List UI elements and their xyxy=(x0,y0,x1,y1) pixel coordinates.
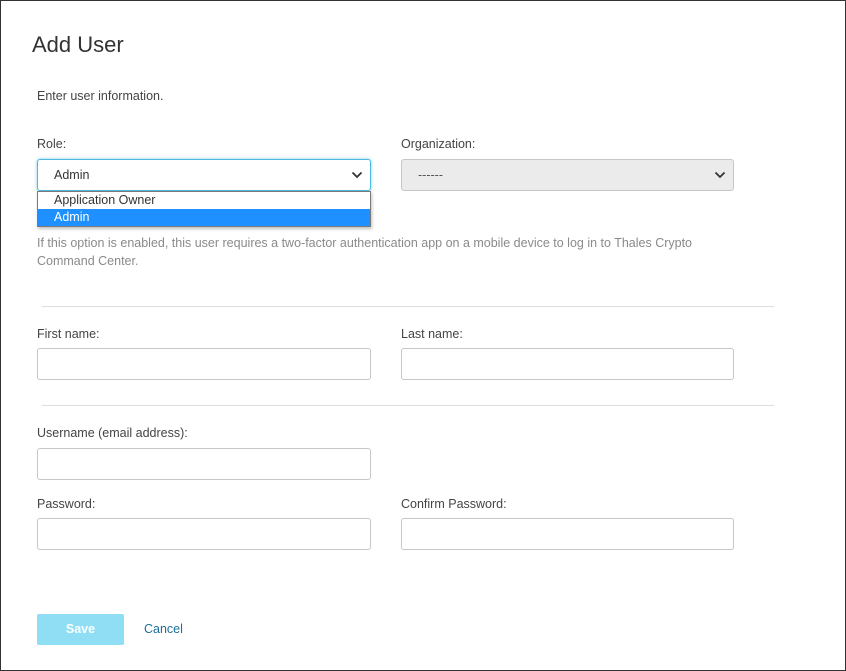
organization-selected-value: ------ xyxy=(418,168,443,182)
last-name-label: Last name: xyxy=(401,327,463,341)
password-label: Password: xyxy=(37,497,96,511)
chevron-down-icon xyxy=(714,171,726,179)
organization-select[interactable]: ------ xyxy=(401,159,734,191)
organization-label: Organization: xyxy=(401,137,476,151)
page-title: Add User xyxy=(32,32,124,57)
role-option-application-owner[interactable]: Application Owner xyxy=(38,192,370,209)
cancel-link[interactable]: Cancel xyxy=(144,621,183,637)
username-label: Username (email address): xyxy=(37,426,188,440)
chevron-down-icon xyxy=(351,171,363,179)
role-dropdown-list: Application Owner Admin xyxy=(37,191,371,227)
last-name-input[interactable] xyxy=(401,348,734,380)
confirm-password-label: Confirm Password: xyxy=(401,497,507,511)
section-divider xyxy=(42,306,774,307)
section-divider xyxy=(42,405,774,406)
confirm-password-input[interactable] xyxy=(401,518,734,550)
two-factor-help-text: If this option is enabled, this user req… xyxy=(37,236,693,268)
password-input[interactable] xyxy=(37,518,371,550)
role-option-admin[interactable]: Admin xyxy=(38,209,370,226)
role-select[interactable]: Admin xyxy=(37,159,371,191)
save-button[interactable]: Save xyxy=(37,614,124,645)
first-name-input[interactable] xyxy=(37,348,371,380)
username-input[interactable] xyxy=(37,448,371,480)
role-label: Role: xyxy=(37,137,67,151)
add-user-dialog: Add User Enter user information. Role: A… xyxy=(0,0,846,671)
first-name-label: First name: xyxy=(37,327,100,341)
intro-text: Enter user information. xyxy=(37,89,164,103)
role-selected-value: Admin xyxy=(54,168,90,182)
